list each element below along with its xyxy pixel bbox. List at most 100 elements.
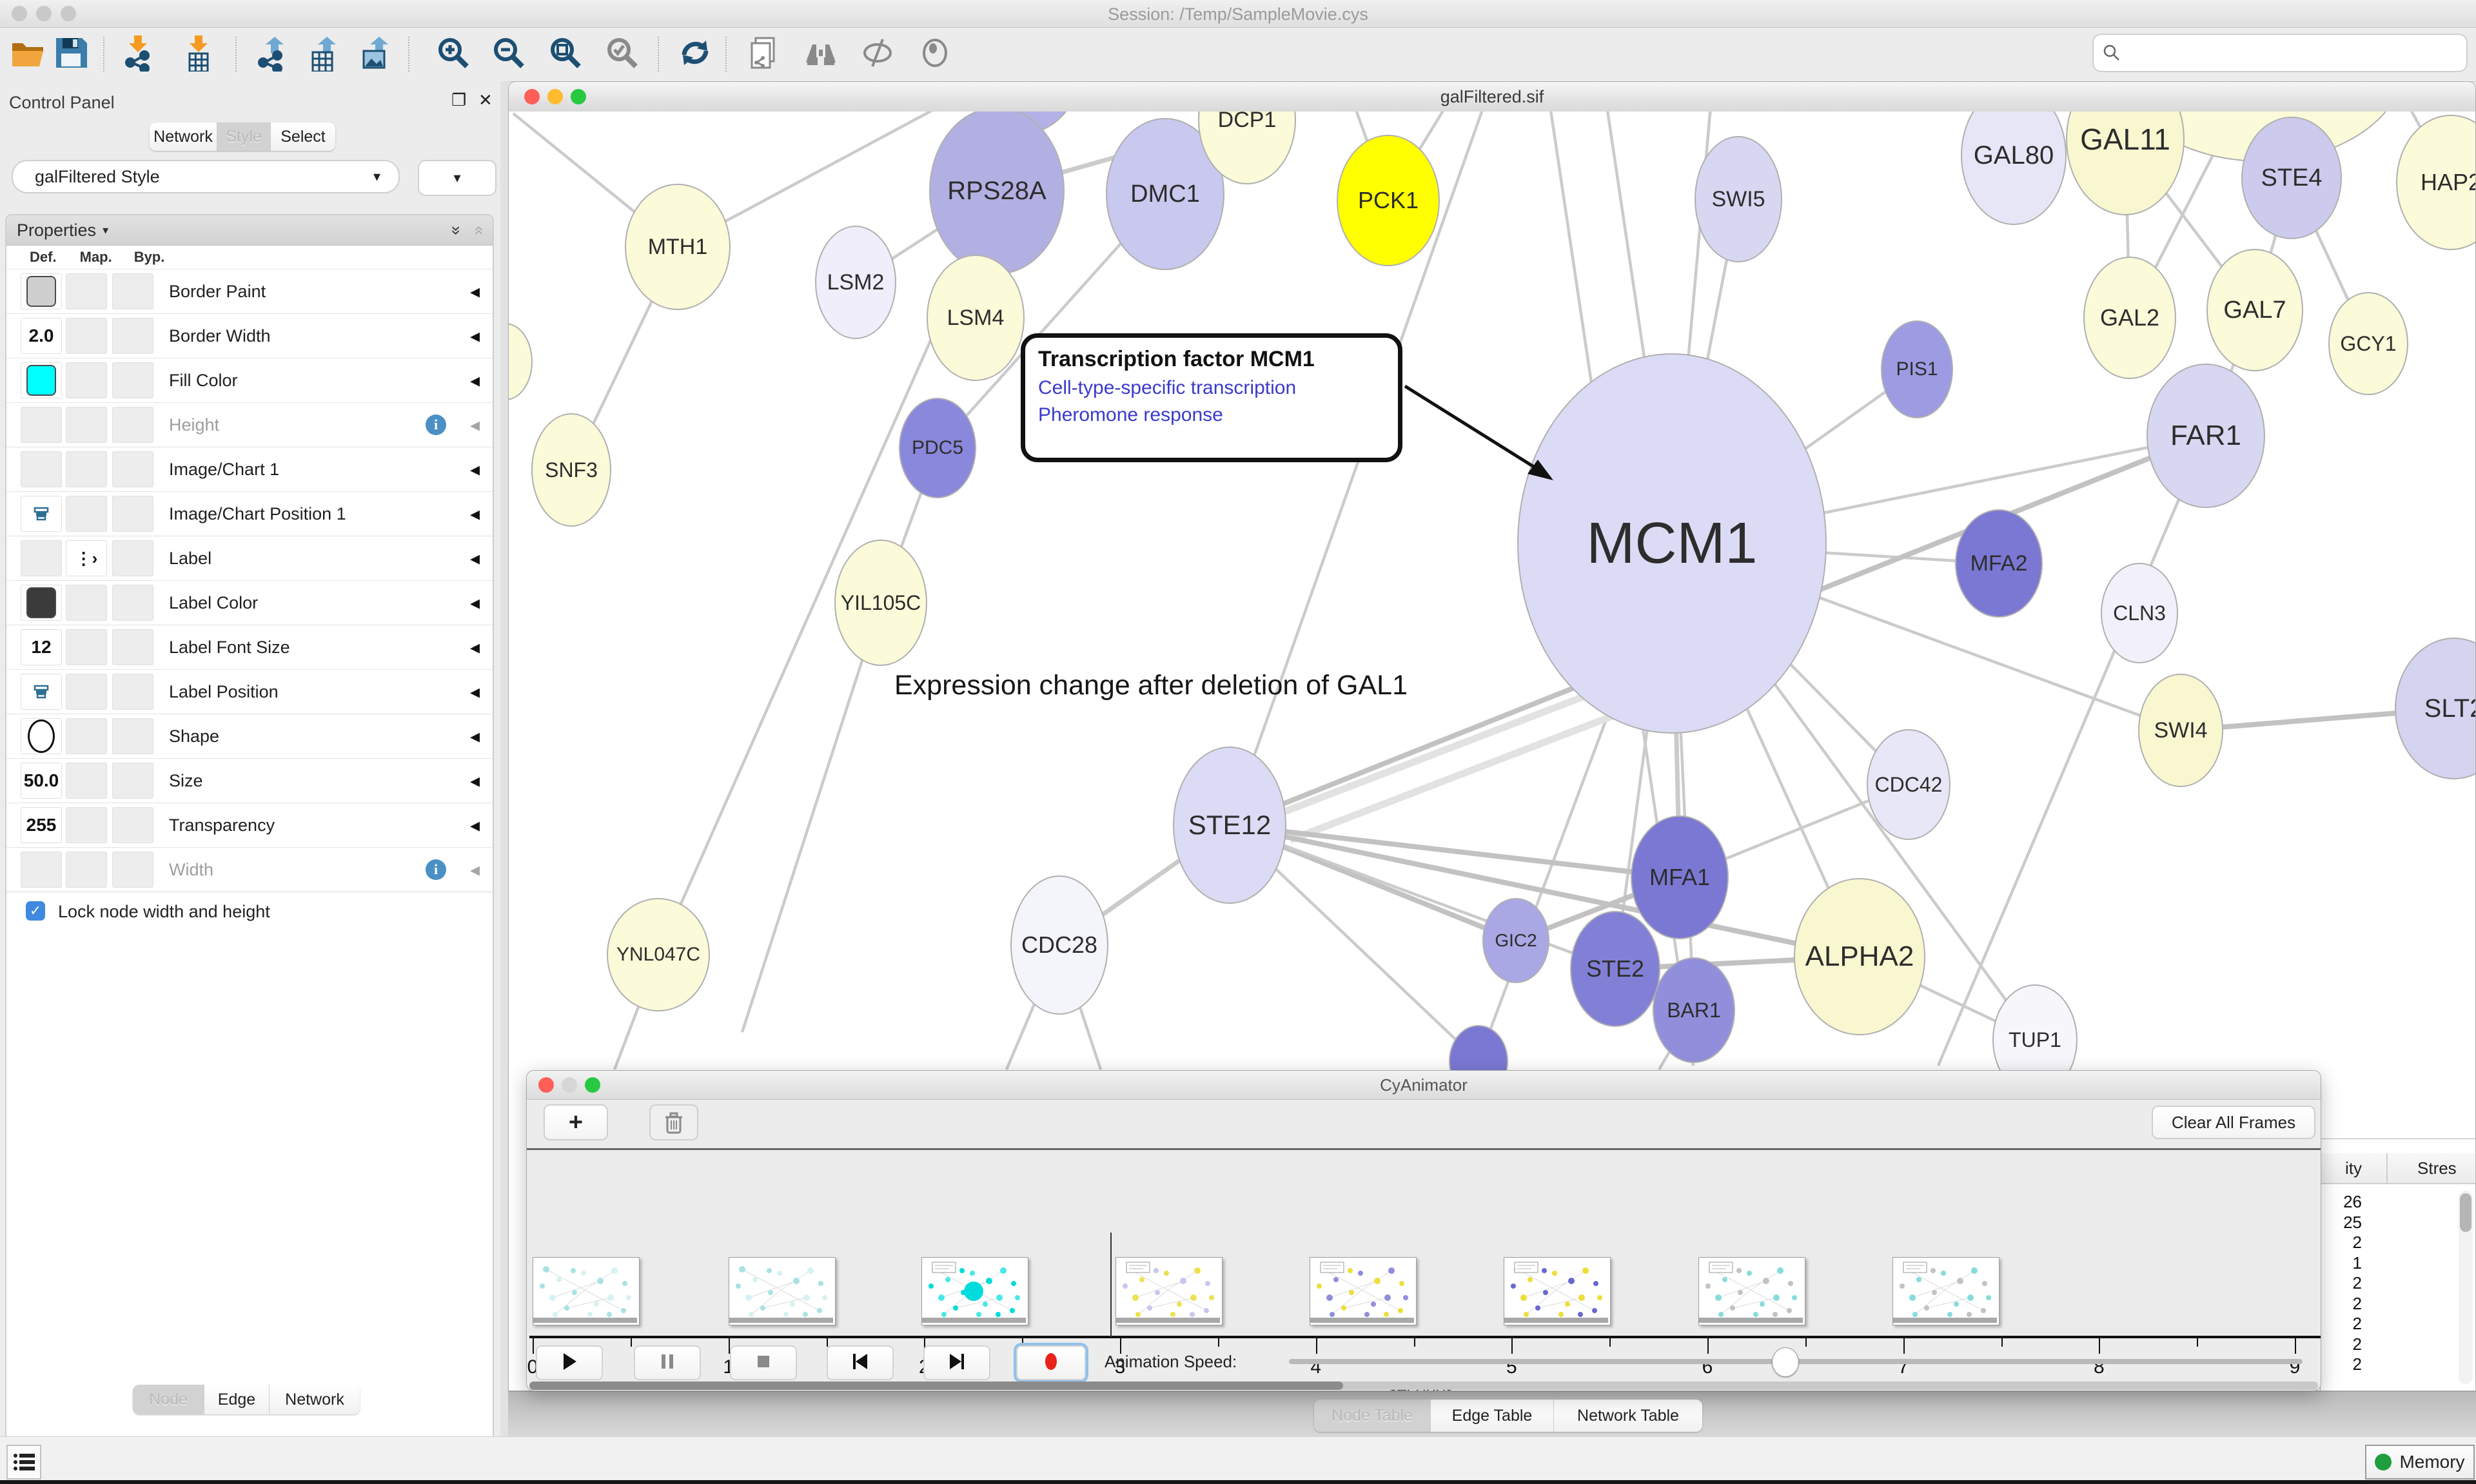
network-node-gic2[interactable]: GIC2	[1482, 898, 1549, 983]
panel-menu-button[interactable]	[6, 1445, 41, 1479]
cyanimator-timeline[interactable]: 0123456789 Seconds	[527, 1150, 2321, 1333]
network-node-pck1[interactable]: PCK1	[1337, 135, 1440, 266]
expand-row-icon[interactable]: ◂	[470, 269, 480, 313]
tab-edge-table[interactable]: Edge Table	[1431, 1400, 1554, 1432]
timeline-frame-4[interactable]	[1310, 1257, 1417, 1325]
column-divider[interactable]	[2386, 1153, 2388, 1183]
style-selector[interactable]: galFiltered Style ▾	[12, 160, 400, 193]
property-cell-bypass[interactable]	[112, 362, 153, 398]
table-column-stress[interactable]: Stres	[2417, 1158, 2457, 1178]
memory-button[interactable]: Memory	[2365, 1445, 2475, 1479]
property-cell-mapping[interactable]	[66, 852, 107, 888]
lock-size-checkbox[interactable]: ✓	[26, 901, 45, 921]
network-node-ste2[interactable]: STE2	[1570, 911, 1660, 1027]
toolbar-button-import-network[interactable]	[119, 34, 159, 74]
collapse-all-icon[interactable]: »	[467, 226, 487, 235]
expand-row-icon[interactable]: ◂	[470, 358, 480, 402]
tab-network[interactable]: Network	[270, 1385, 360, 1414]
timeline-frame-5[interactable]	[1504, 1257, 1611, 1325]
expand-row-icon[interactable]: ◂	[470, 848, 480, 892]
panel-splitter[interactable]	[500, 81, 508, 1436]
property-cell-mapping[interactable]	[66, 362, 107, 398]
property-cell-bypass[interactable]	[112, 807, 153, 843]
property-cell-bypass[interactable]	[112, 674, 153, 710]
annotation-link[interactable]: Cell-type-specific transcription	[1038, 377, 1385, 399]
property-cell-default[interactable]	[21, 718, 62, 754]
expand-row-icon[interactable]: ◂	[470, 492, 480, 536]
property-cell-bypass[interactable]	[112, 318, 153, 354]
property-cell-mapping[interactable]	[66, 496, 107, 532]
property-cell-mapping[interactable]	[66, 451, 107, 487]
property-cell-mapping[interactable]	[66, 763, 107, 799]
property-cell-default[interactable]: 2.0	[21, 318, 62, 354]
tab-select[interactable]: Select	[271, 122, 335, 151]
toolbar-button-refresh[interactable]	[675, 34, 715, 74]
delete-frame-button[interactable]	[649, 1104, 698, 1140]
property-cell-default[interactable]: 50.0	[21, 763, 62, 799]
property-cell-mapping[interactable]	[66, 318, 107, 354]
network-node-snf3[interactable]: SNF3	[531, 413, 611, 527]
expand-row-icon[interactable]: ◂	[470, 314, 480, 358]
previous-button[interactable]	[827, 1345, 894, 1380]
network-node-rps28a[interactable]: RPS28A	[929, 112, 1065, 275]
toolbar-button-zoom-selected[interactable]	[602, 34, 642, 74]
network-node-swi4[interactable]: SWI4	[2138, 674, 2223, 787]
expand-row-icon[interactable]: ◂	[470, 625, 480, 669]
stop-button[interactable]	[730, 1345, 797, 1380]
record-button[interactable]	[1016, 1345, 1086, 1380]
property-cell-bypass[interactable]	[112, 407, 153, 443]
play-button[interactable]	[536, 1345, 603, 1380]
property-cell-bypass[interactable]	[112, 496, 153, 532]
expand-row-icon[interactable]: ◂	[470, 670, 480, 714]
expand-all-icon[interactable]: »	[447, 226, 467, 235]
property-cell-default[interactable]: 255	[21, 807, 62, 843]
network-node-far1[interactable]: FAR1	[2147, 364, 2265, 508]
timeline-scrollbar[interactable]	[529, 1381, 2318, 1390]
float-panel-icon[interactable]: ❐	[451, 90, 466, 110]
timeline-scrollbar-thumb[interactable]	[529, 1381, 1343, 1390]
network-node-swi5[interactable]: SWI5	[1695, 136, 1782, 262]
animation-speed-handle[interactable]	[1772, 1347, 1799, 1377]
network-node-yil105c[interactable]: YIL105C	[834, 540, 927, 666]
network-node-mfa2[interactable]: MFA2	[1955, 509, 2043, 618]
network-node-ynl047c[interactable]: YNL047C	[607, 898, 710, 1011]
property-cell-bypass[interactable]	[112, 540, 153, 576]
property-cell-bypass[interactable]	[112, 273, 153, 309]
network-node-alpha2[interactable]: ALPHA2	[1794, 878, 1925, 1035]
network-node-cln3[interactable]: CLN3	[2101, 563, 2178, 663]
timeline-frame-2[interactable]	[921, 1257, 1028, 1325]
network-node-lsm4[interactable]: LSM4	[927, 255, 1025, 381]
tab-node[interactable]: Node	[133, 1385, 204, 1414]
toolbar-button-zoom-fit[interactable]	[545, 34, 585, 74]
expand-row-icon[interactable]: ◂	[470, 403, 480, 447]
network-node-gal2[interactable]: GAL2	[2083, 257, 2176, 379]
property-cell-default[interactable]: 12	[21, 629, 62, 665]
property-cell-mapping[interactable]	[66, 629, 107, 665]
property-cell-mapping[interactable]	[66, 718, 107, 754]
timeline-frame-7[interactable]	[1892, 1257, 1999, 1325]
timeline-frame-3[interactable]	[1115, 1257, 1223, 1325]
pause-button[interactable]	[634, 1345, 701, 1380]
toolbar-button-export-network[interactable]	[251, 34, 291, 74]
network-node-ste4[interactable]: STE4	[2241, 117, 2342, 239]
info-icon[interactable]: i	[426, 859, 446, 880]
table-column-ity[interactable]: ity	[2321, 1158, 2362, 1178]
expand-row-icon[interactable]: ◂	[470, 447, 480, 491]
property-cell-bypass[interactable]	[112, 451, 153, 487]
property-cell-mapping[interactable]	[66, 674, 107, 710]
expand-row-icon[interactable]: ◂	[470, 714, 480, 758]
info-icon[interactable]: i	[426, 415, 446, 435]
toolbar-button-hide[interactable]	[858, 34, 898, 74]
tab-edge[interactable]: Edge	[204, 1385, 270, 1414]
property-cell-default[interactable]	[21, 540, 62, 576]
network-node-mfa1[interactable]: MFA1	[1631, 815, 1729, 939]
timeline-frame-0[interactable]	[533, 1257, 640, 1325]
property-cell-bypass[interactable]	[112, 629, 153, 665]
expand-row-icon[interactable]: ◂	[470, 759, 480, 803]
property-cell-bypass[interactable]	[112, 763, 153, 799]
property-cell-default[interactable]	[21, 273, 62, 309]
annotation-link[interactable]: Pheromone response	[1038, 404, 1385, 426]
next-button[interactable]	[923, 1345, 990, 1380]
style-options-button[interactable]: ▾	[418, 160, 496, 196]
property-cell-default[interactable]	[21, 451, 62, 487]
